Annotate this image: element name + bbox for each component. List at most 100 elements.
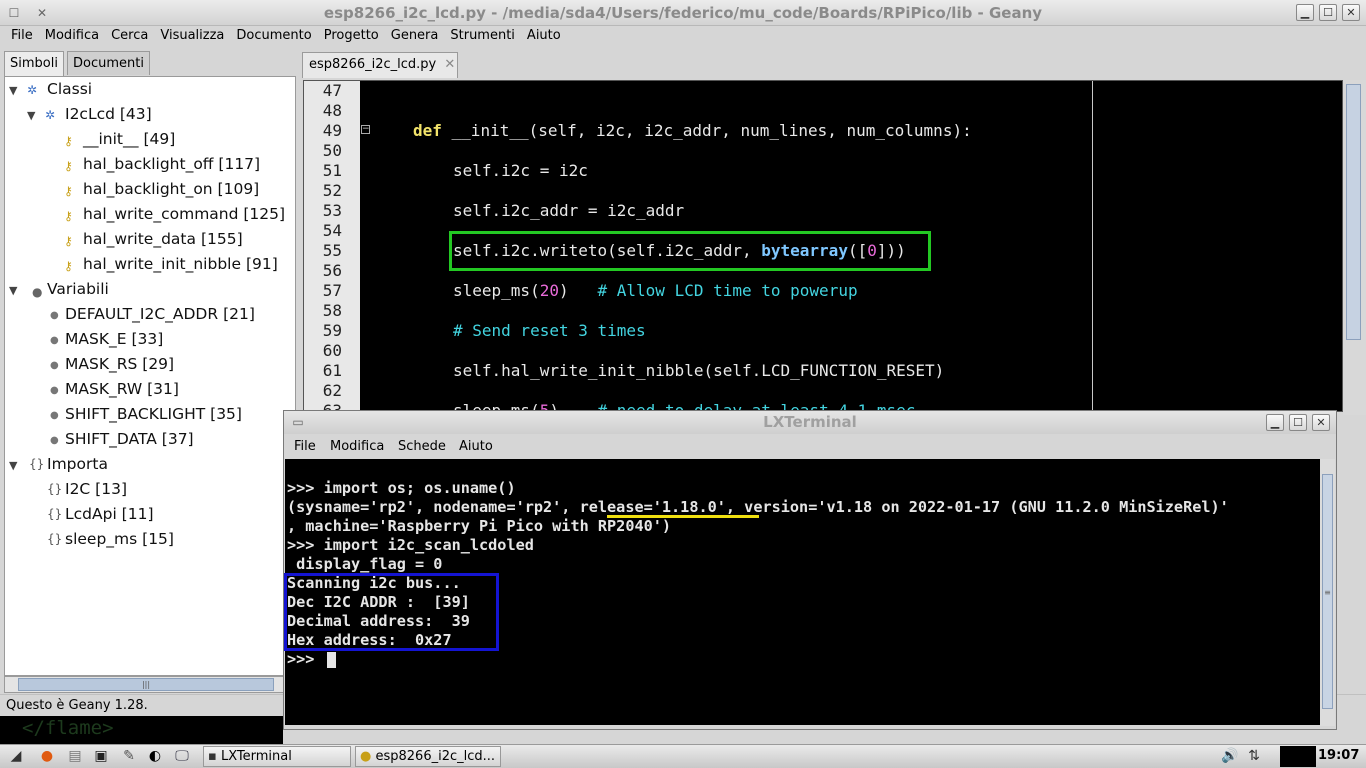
file-manager-icon[interactable]: ▤ [64,746,86,766]
tree-importa[interactable]: Importa [47,455,108,473]
menu-progetto[interactable]: Progetto [324,26,379,43]
menu-aiuto[interactable]: Aiuto [527,26,561,43]
editor-vscroll-thumb[interactable] [1346,84,1361,340]
menu-visualizza[interactable]: Visualizza [160,26,224,43]
tree-class-i2clcd[interactable]: I2cLcd [43] [65,105,152,123]
terminal-cursor [327,652,336,668]
network-icon[interactable]: ⇅ [1244,746,1264,766]
terminal-line: (sysname='rp2', nodename='rp2', release=… [287,498,1229,516]
menu-strumenti[interactable]: Strumenti [450,26,515,43]
close-tab-icon[interactable]: ✕ [444,57,455,72]
expand-arrow-icon[interactable]: ▼ [27,109,35,122]
lxterminal-title: LXTerminal [763,413,857,431]
menu-file[interactable]: File [11,26,33,43]
tree-import[interactable]: I2C [13] [65,480,127,498]
expand-arrow-icon[interactable]: ▼ [9,459,17,472]
import-icon: {} [47,507,63,521]
expand-arrow-icon[interactable]: ▼ [9,284,17,297]
lx-minimize-button[interactable]: ▁ [1266,414,1284,431]
side-hscroll-thumb[interactable]: ||| [18,678,274,691]
tree-method[interactable]: hal_write_data [155] [83,230,243,248]
terminal-launcher-icon[interactable]: ▣ [90,746,112,766]
clock[interactable]: 19:07 [1318,748,1359,763]
minimize-button[interactable]: ▁ [1296,4,1314,21]
line-number: 57 [322,281,342,300]
text-editor-icon[interactable]: ✎ [118,746,140,766]
tree-method[interactable]: hal_backlight_on [109] [83,180,259,198]
lxterminal-title-bar[interactable]: ▭ LXTerminal ▁ ☐ ✕ [284,411,1336,434]
line-number: 56 [322,261,342,280]
volume-icon[interactable]: 🔊 [1220,746,1240,766]
line-number: 48 [322,101,342,120]
code-line-57: sleep_ms(20) # Allow LCD time to powerup [453,281,858,300]
tree-variable[interactable]: SHIFT_BACKLIGHT [35] [65,405,242,423]
tree-method[interactable]: hal_write_init_nibble [91] [83,255,278,273]
line-number: 49 [322,121,342,140]
desktop-background: </flame> [0,716,283,744]
side-panel-tabs: Simboli Documenti [4,51,294,76]
lx-menu-modifica[interactable]: Modifica [330,439,384,454]
cpu-monitor[interactable] [1280,746,1316,767]
menu-genera[interactable]: Genera [391,26,439,43]
tab-simboli[interactable]: Simboli [4,51,64,76]
terminal-vscroll-thumb[interactable]: ≡ [1322,474,1333,709]
lx-menu-aiuto[interactable]: Aiuto [459,439,493,454]
tree-variabili[interactable]: Variabili [47,280,109,298]
close-button[interactable]: ✕ [1342,4,1360,21]
terminal-line: display_flag = 0 [287,555,443,573]
tree-classi[interactable]: Classi [47,80,92,98]
geany-icon: ● [360,749,372,764]
flame-text: </flame> [22,717,114,739]
lx-maximize-button[interactable]: ☐ [1289,414,1307,431]
line-number: 47 [322,81,342,100]
terminal-icon: ▪ [208,749,217,764]
tab-documenti[interactable]: Documenti [67,51,150,75]
tree-variable[interactable]: MASK_E [33] [65,330,163,348]
lx-menu-schede[interactable]: Schede [398,439,446,454]
lx-close-button[interactable]: ✕ [1312,414,1330,431]
tree-method[interactable]: hal_write_command [125] [83,205,285,223]
terminal-prompt: >>> [287,650,324,668]
line-number: 55 [322,241,342,260]
line-number: 60 [322,341,342,360]
expand-arrow-icon[interactable]: ▼ [9,84,17,97]
menu-cerca[interactable]: Cerca [111,26,148,43]
tree-variable[interactable]: MASK_RS [29] [65,355,174,373]
tree-variable[interactable]: DEFAULT_I2C_ADDR [21] [65,305,255,323]
editor-tab-label: esp8266_i2c_lcd.py [309,57,437,72]
lx-menu-file[interactable]: File [294,439,316,454]
geany-title-bar[interactable]: ☐ ✕ esp8266_i2c_lcd.py - /media/sda4/Use… [0,0,1366,26]
highlight-box-blue [284,573,499,651]
tree-method[interactable]: __init__ [49] [83,130,175,148]
status-text: Questo è Geany 1.28. [6,698,148,713]
fold-toggle-icon[interactable]: − [361,125,370,134]
line-number: 53 [322,201,342,220]
firefox-icon[interactable]: ● [36,746,58,766]
method-icon: ⚷ [64,209,73,223]
menu-modifica[interactable]: Modifica [45,26,99,43]
desktop-icon[interactable]: 🖵 [170,746,194,766]
editor-tabbar [298,50,1366,77]
editor-tab[interactable]: esp8266_i2c_lcd.py ✕ [302,52,458,78]
line-number: 61 [322,361,342,380]
variable-icon: ● [32,285,43,299]
inkscape-icon[interactable]: ◐ [144,746,166,766]
tree-variable[interactable]: MASK_RW [31] [65,380,179,398]
code-line-51: self.i2c = i2c [453,161,588,180]
variable-icon: ● [50,335,59,346]
line-number: 50 [322,141,342,160]
code-line-61: self.hal_write_init_nibble(self.LCD_FUNC… [453,361,945,380]
tree-import[interactable]: LcdApi [11] [65,505,154,523]
task-geany[interactable]: ● esp8266_i2c_lcd... [355,746,501,767]
start-menu-icon[interactable]: ◢ [4,746,28,766]
menu-documento[interactable]: Documento [236,26,311,43]
task-lxterminal[interactable]: ▪ LXTerminal [203,746,351,767]
tree-method[interactable]: hal_backlight_off [117] [83,155,260,173]
import-icon: {} [29,457,45,471]
maximize-button[interactable]: ☐ [1319,4,1337,21]
highlight-underline-yellow [607,515,759,518]
terminal-line: >>> import os; os.uname() [287,479,516,497]
tree-variable[interactable]: SHIFT_DATA [37] [65,430,194,448]
method-icon: ⚷ [64,234,73,248]
tree-import[interactable]: sleep_ms [15] [65,530,174,548]
